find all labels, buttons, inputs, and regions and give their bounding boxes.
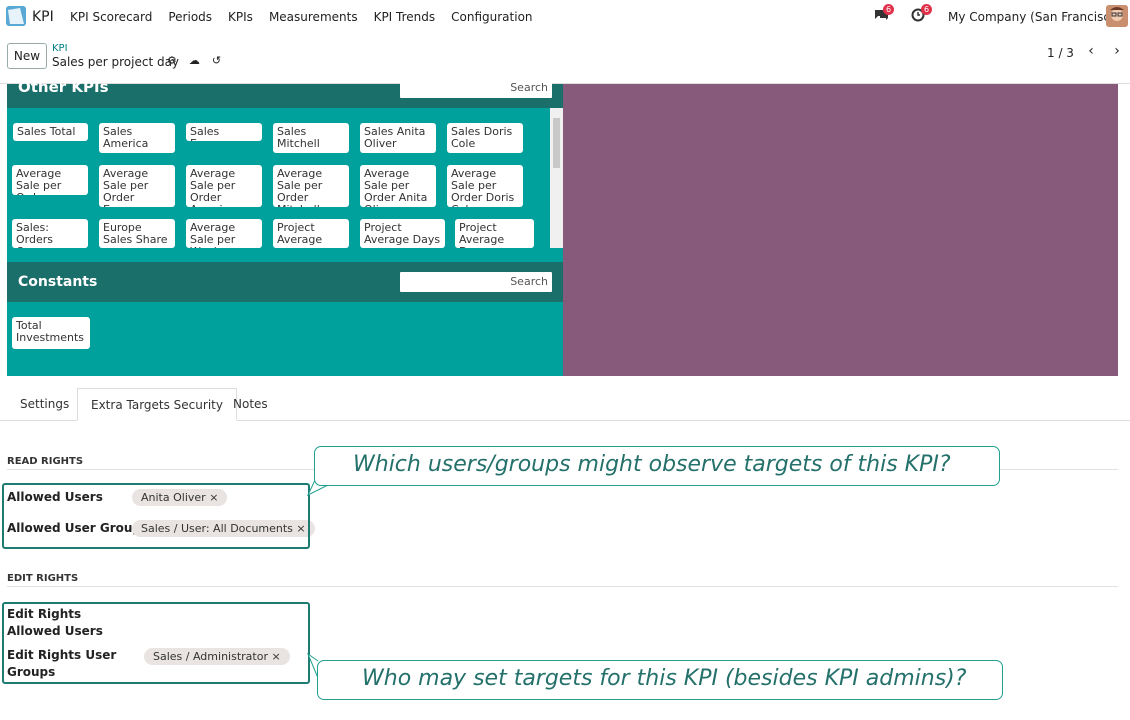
edit-rights-highlight (2, 602, 310, 684)
kpi-chip[interactable]: Average Sale per Order America (186, 165, 262, 207)
record-actions: ⚙ ☁ ↺ (167, 54, 221, 67)
formula-editor-panel (563, 84, 1118, 376)
constants-search-input[interactable]: Search (400, 272, 552, 292)
menu-measurements[interactable]: Measurements (269, 10, 358, 24)
kpi-chip[interactable]: Sales Mitchell (273, 123, 349, 153)
kpi-chip[interactable]: Average Sale per Order Doris Cole (447, 165, 523, 207)
menu-configuration[interactable]: Configuration (451, 10, 532, 24)
kpi-chip[interactable]: Project Average Days (455, 219, 534, 248)
menu-kpi-trends[interactable]: KPI Trends (374, 10, 436, 24)
kpi-chip[interactable]: Project Average Days (360, 219, 445, 248)
app-name[interactable]: KPI (32, 9, 54, 25)
edit-rights-callout: Who may set targets for this KPI (beside… (317, 660, 1003, 700)
activities-button[interactable]: 6 (911, 4, 933, 25)
menu-kpi-scorecard[interactable]: KPI Scorecard (70, 10, 152, 24)
breadcrumb-parent[interactable]: KPI (52, 43, 68, 54)
kpi-chip[interactable]: Sales Europe (186, 123, 262, 141)
kpi-chip[interactable]: Average Sale per Order (12, 165, 88, 195)
other-kpis-search-input[interactable]: Search (400, 78, 552, 98)
record-title: Sales per project day (52, 55, 180, 69)
constants-title: Constants (18, 274, 98, 290)
kpi-chip[interactable]: Europe Sales Share (99, 219, 175, 248)
kpi-chip[interactable]: Average Sale per Order Anita Oliver (360, 165, 436, 207)
tab-settings[interactable]: Settings (7, 388, 82, 421)
cloud-save-icon[interactable]: ☁ (189, 54, 200, 67)
tab-notes[interactable]: Notes (220, 388, 281, 421)
kpi-chip[interactable]: Project Average (273, 219, 349, 248)
scrollbar-thumb[interactable] (553, 118, 560, 168)
kpi-chip[interactable]: Sales Total (13, 123, 88, 141)
top-navbar: KPI KPI Scorecard Periods KPIs Measureme… (0, 0, 1130, 34)
kpi-chip[interactable]: Sales Anita Oliver (360, 123, 436, 153)
notebook-tabs: Settings Extra Targets Security Notes (0, 388, 1130, 421)
pager-previous-button[interactable]: ‹ (1080, 40, 1102, 62)
read-rights-highlight (2, 483, 310, 549)
read-rights-title: READ RIGHTS (7, 456, 84, 467)
kpi-chip[interactable]: Average Sale per Order Europe (99, 165, 175, 207)
pager-value[interactable]: 1 / 3 (1047, 46, 1074, 60)
activities-badge: 6 (921, 4, 933, 15)
menu-periods[interactable]: Periods (168, 10, 212, 24)
kpi-chip[interactable]: Sales Doris Cole (447, 123, 523, 153)
company-switcher[interactable]: My Company (San Francisco) (948, 10, 1122, 24)
kpi-app-icon[interactable] (6, 6, 26, 26)
messages-badge: 6 (883, 4, 895, 15)
menu-kpis[interactable]: KPIs (228, 10, 253, 24)
messages-button[interactable]: 6 (873, 4, 895, 25)
user-avatar[interactable] (1106, 5, 1128, 27)
kpi-chip[interactable]: Average Sale per Week (186, 219, 262, 248)
read-rights-callout: Which users/groups might observe targets… (314, 446, 1000, 486)
kpi-chip[interactable]: Sales America (99, 123, 175, 153)
discard-icon[interactable]: ↺ (212, 54, 221, 67)
other-kpis-scrollbar[interactable] (550, 108, 563, 248)
other-kpis-title: Other KPIs (18, 78, 109, 96)
constants-header: Constants Search (7, 262, 563, 302)
pager-next-button[interactable]: › (1106, 40, 1128, 62)
tab-extra-targets-security[interactable]: Extra Targets Security (77, 388, 237, 421)
other-kpis-header: Other KPIs Search (7, 78, 563, 108)
kpi-chip[interactable]: Sales: Orders Open (12, 219, 88, 248)
new-button[interactable]: New (7, 43, 47, 69)
kpi-chip[interactable]: Average Sale per Order Mitchell (273, 165, 349, 207)
constant-chip[interactable]: Total Investments (12, 317, 90, 349)
gear-icon[interactable]: ⚙ (167, 54, 177, 67)
control-panel: New KPI Sales per project day ⚙ ☁ ↺ 1 / … (0, 34, 1130, 84)
edit-rights-title: EDIT RIGHTS (7, 573, 79, 584)
main-menu: KPI Scorecard Periods KPIs Measurements … (70, 10, 549, 24)
